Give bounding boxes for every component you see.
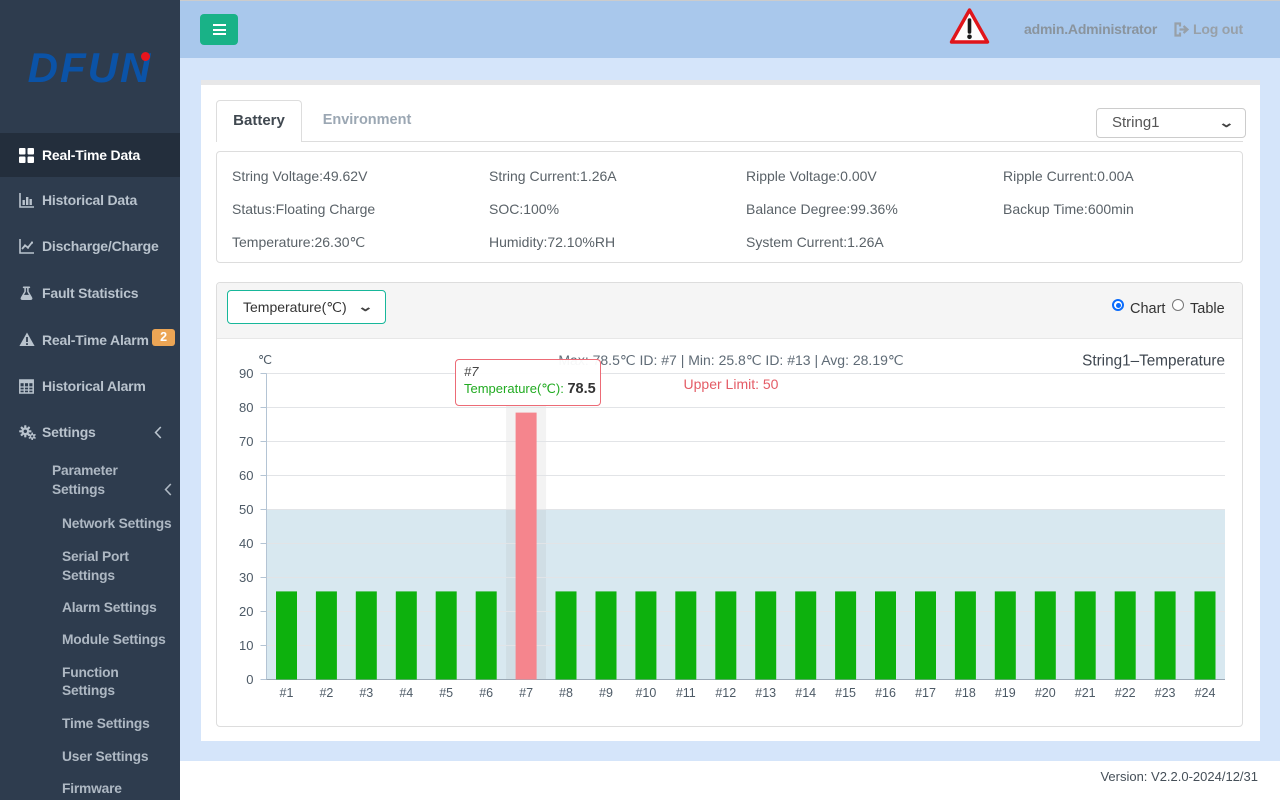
svg-text:0: 0: [246, 671, 253, 686]
svg-text:#24: #24: [1195, 686, 1216, 700]
svg-text:Max: 78.5℃ ID: #7 | Min: 25.8℃: Max: 78.5℃ ID: #7 | Min: 25.8℃ ID: #13 |…: [558, 352, 903, 368]
svg-text:70: 70: [239, 433, 253, 448]
svg-text:#10: #10: [635, 686, 656, 700]
svg-text:#22: #22: [1115, 686, 1136, 700]
svg-text:10: 10: [239, 637, 253, 652]
svg-text:℃: ℃: [258, 353, 272, 367]
svg-text:#2: #2: [319, 686, 333, 700]
svg-text:#7: #7: [519, 686, 533, 700]
svg-text:#1: #1: [280, 686, 294, 700]
svg-text:#20: #20: [1035, 686, 1056, 700]
svg-text:90: 90: [239, 365, 253, 380]
svg-text:#11: #11: [676, 686, 696, 700]
svg-text:#6: #6: [479, 686, 493, 700]
svg-text:#9: #9: [599, 686, 613, 700]
svg-text:#17: #17: [915, 686, 936, 700]
svg-text:#23: #23: [1155, 686, 1176, 700]
svg-text:#3: #3: [359, 686, 373, 700]
svg-text:40: 40: [239, 535, 253, 550]
svg-text:#13: #13: [755, 686, 776, 700]
svg-text:#16: #16: [875, 686, 896, 700]
svg-text:Upper Limit: 50: Upper Limit: 50: [684, 376, 779, 392]
svg-text:20: 20: [239, 603, 253, 618]
svg-text:50: 50: [239, 501, 253, 516]
svg-text:#18: #18: [955, 686, 976, 700]
svg-text:#14: #14: [795, 686, 816, 700]
svg-text:#5: #5: [439, 686, 453, 700]
svg-text:#19: #19: [995, 686, 1016, 700]
svg-text:#4: #4: [399, 686, 413, 700]
svg-text:#8: #8: [559, 686, 573, 700]
svg-text:60: 60: [239, 467, 253, 482]
svg-text:#12: #12: [715, 686, 736, 700]
svg-text:String1–Temperature: String1–Temperature: [1082, 352, 1225, 369]
svg-text:80: 80: [239, 399, 253, 414]
svg-text:#15: #15: [835, 686, 856, 700]
svg-text:#21: #21: [1075, 686, 1096, 700]
svg-text:30: 30: [239, 569, 253, 584]
